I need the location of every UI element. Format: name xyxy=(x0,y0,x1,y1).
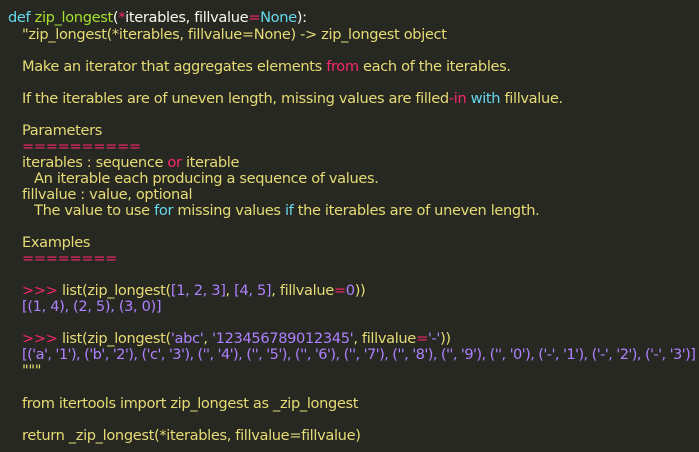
param-fillvalue: fillvalue : value, optional xyxy=(22,186,193,203)
example2-string2: '123456789012345' xyxy=(211,330,354,347)
param-iterables: iterables : sequence or iterable xyxy=(22,154,239,171)
param2-text-after: the iterables are of uneven length. xyxy=(293,202,540,219)
param2-text-middle: missing values xyxy=(173,202,285,219)
example2-call: >>> list(zip_longest('abc', '12345678901… xyxy=(22,330,451,347)
param-fillvalue-description: The value to use for missing values if t… xyxy=(34,202,540,219)
example2-result: [('a', '1'), ('b', '2'), ('c', '3'), (''… xyxy=(22,346,696,363)
example2-close: )) xyxy=(440,330,451,347)
keyword-for: for xyxy=(154,202,174,219)
example2-comma: , xyxy=(203,330,212,347)
close-paren: ): xyxy=(296,9,307,26)
example1-text1: list(zip_longest( xyxy=(61,282,171,299)
def-line: def zip_longest(*iterables, fillvalue=No… xyxy=(8,9,307,26)
example1-result: [(1, 4), (2, 5), (3, 0)] xyxy=(22,298,162,315)
keyword-from: from xyxy=(326,58,359,75)
example1-list1: [1, 2, 3] xyxy=(170,282,226,299)
summary-text-before: Make an iterator that aggregates element… xyxy=(22,58,327,75)
prompt-marker: >>> xyxy=(22,330,58,347)
example1-comma: , xyxy=(225,282,235,299)
keyword-or: or xyxy=(167,154,182,171)
example2-text2: , fillvalue xyxy=(353,330,416,347)
params-underline: ========== xyxy=(22,138,141,155)
code-editor[interactable]: def zip_longest(*iterables, fillvalue=No… xyxy=(0,0,699,452)
param-iterables-description: An iterable each producing a sequence of… xyxy=(34,170,379,187)
equals-operator: = xyxy=(248,9,261,26)
example1-list2: [4, 5] xyxy=(234,282,272,299)
docstring-signature: "zip_longest(*iterables, fillvalue=None)… xyxy=(22,26,447,43)
example1-equals: = xyxy=(333,282,346,299)
examples-underline: ======== xyxy=(22,250,118,267)
example1-close: )) xyxy=(354,282,366,299)
none-constant: None xyxy=(260,9,297,26)
keyword-with: with xyxy=(470,90,501,107)
params-heading: Parameters xyxy=(22,122,103,139)
docstring-summary: Make an iterator that aggregates element… xyxy=(22,58,511,75)
param2-text-before: The value to use xyxy=(34,202,155,219)
example2-text1: list(zip_longest( xyxy=(61,330,171,347)
example1-text2: , fillvalue xyxy=(271,282,334,299)
prompt-marker: >>> xyxy=(22,282,58,299)
keyword-in: in xyxy=(453,90,467,107)
arg-fillvalue: fillvalue xyxy=(194,9,249,26)
example2-equals: = xyxy=(415,330,428,347)
docstring-uneven: If the iterables are of uneven length, m… xyxy=(22,90,563,107)
return-line: return _zip_longest(*iterables, fillvalu… xyxy=(22,427,361,444)
uneven-text-before: If the iterables are of uneven length, m… xyxy=(22,90,449,107)
example1-zero: 0 xyxy=(345,282,355,299)
param1-text-before: iterables : sequence xyxy=(22,154,168,171)
example2-string1: 'abc' xyxy=(170,330,204,347)
example2-string3: '-' xyxy=(427,330,441,347)
keyword-def: def xyxy=(8,9,31,26)
example1-call: >>> list(zip_longest([1, 2, 3], [4, 5], … xyxy=(22,282,366,299)
import-line: from itertools import zip_longest as _zi… xyxy=(22,395,359,412)
function-name: zip_longest xyxy=(34,9,114,26)
docstring-close: """ xyxy=(22,362,42,379)
examples-heading: Examples xyxy=(22,234,91,251)
arg-iterables: iterables, xyxy=(125,9,195,26)
uneven-text-after: fillvalue. xyxy=(500,90,563,107)
summary-text-after: each of the iterables. xyxy=(358,58,511,75)
param1-text-after: iterable xyxy=(181,154,240,171)
